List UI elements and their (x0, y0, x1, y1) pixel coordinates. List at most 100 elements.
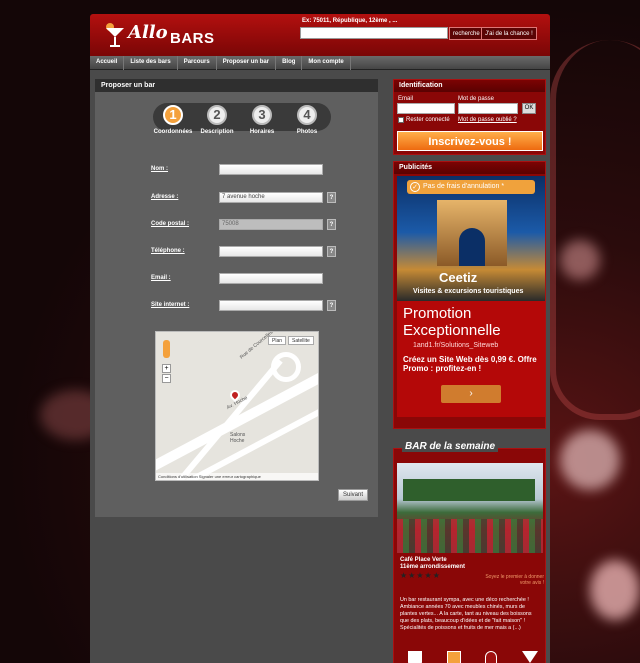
code-postal-label: Code postal : (151, 221, 190, 227)
star-icon: ★ (432, 571, 440, 580)
map-satellite-button[interactable]: Satellite (288, 336, 314, 345)
email-label: Email : (151, 275, 171, 281)
star-icon: ★ (408, 571, 416, 580)
step-1[interactable]: 1 (163, 105, 183, 125)
nom-field[interactable] (219, 164, 323, 175)
step-2[interactable]: 2 (207, 105, 227, 125)
login-ok-button[interactable]: OK (522, 103, 536, 114)
nav-item-proposer-un-bar[interactable]: Proposer un bar (217, 56, 277, 70)
bar-description: Un bar restaurant sympa, avec une déco r… (400, 597, 532, 631)
site-internet-label: Site internet : (151, 302, 190, 308)
drink-icons-row (408, 651, 538, 663)
promo-text: Créez un Site Web dès 0,99 €. Offre Prom… (403, 355, 537, 373)
nav-item-parcours[interactable]: Parcours (178, 56, 217, 70)
map-plan-button[interactable]: Plan (268, 336, 287, 345)
telephone-label: Téléphone : (151, 248, 185, 254)
map-zoom-in-icon[interactable]: + (162, 364, 171, 373)
login-box: Identification Email Mot de passe OK Res… (393, 79, 546, 155)
ads-title: Publicités (394, 162, 545, 174)
search-hint: Ex: 75011, République, 12ème , ... (302, 18, 398, 24)
signup-button[interactable]: Inscrivez-vous ! (397, 131, 543, 151)
step-4[interactable]: 4 (297, 105, 317, 125)
forgot-password-link[interactable]: Mot de passe oublié ? (458, 117, 517, 123)
wine-glass-decoration (550, 40, 640, 420)
adresse-field[interactable]: 7 avenue hoche (219, 192, 323, 203)
star-icon: ★ (400, 571, 408, 580)
adresse-help-icon[interactable]: ? (327, 192, 336, 203)
site-wrapper: Allo BARS Ex: 75011, République, 12ème ,… (90, 14, 550, 663)
wine-icon[interactable] (485, 651, 498, 663)
step-4-label: Photos (296, 129, 318, 135)
adresse-label: Adresse : (151, 194, 179, 200)
ads-box: Publicités Pas de frais d'annulation * ✓… (393, 161, 546, 429)
site-help-icon[interactable]: ? (327, 300, 336, 311)
promo-url[interactable]: 1and1.fr/Solutions_Siteweb (403, 342, 539, 349)
ceetiz-ad[interactable]: Pas de frais d'annulation * ✓ Ceetiz Vis… (397, 176, 545, 301)
remember-checkbox[interactable] (398, 117, 404, 123)
promo-arrow-button[interactable]: › (441, 385, 501, 403)
lucky-button[interactable]: J'ai de la chance ! (481, 27, 537, 40)
background-bokeh (560, 430, 620, 490)
nav-item-accueil[interactable]: Accueil (90, 56, 125, 70)
ad-brand: Ceetiz (439, 270, 478, 285)
email-field[interactable] (219, 273, 323, 284)
map-zoom-out-icon[interactable]: − (162, 374, 171, 383)
telephone-field[interactable] (219, 246, 323, 257)
promo-title: Promotion Exceptionnelle (403, 305, 501, 339)
step-2-label: Description (200, 129, 234, 135)
cocktail-icon[interactable] (521, 651, 538, 663)
review-prompt-link[interactable]: Soyez le premier à donner votre avis ! (482, 574, 544, 586)
rating-stars: ★★★★★ (400, 571, 441, 580)
nav-item-liste-des-bars[interactable]: Liste des bars (124, 56, 178, 70)
map-poi-label: Salons Hoche (230, 432, 246, 444)
telephone-help-icon[interactable]: ? (327, 246, 336, 257)
ad-badge: Pas de frais d'annulation * (407, 180, 535, 194)
remember-label: Rester connecté (406, 117, 450, 123)
arc-de-triomphe-image (437, 200, 507, 266)
check-icon: ✓ (410, 182, 420, 192)
search-input[interactable] (300, 27, 448, 39)
login-email-label: Email (398, 96, 414, 102)
map-footer: Conditions d'utilisation Signaler une er… (156, 473, 318, 480)
star-icon: ★ (416, 571, 424, 580)
bar-photo[interactable] (397, 463, 543, 553)
bar-name[interactable]: Café Place Verte (400, 557, 447, 563)
site-logo[interactable]: Allo BARS (104, 18, 224, 52)
ad-brand-tagline: Visites & excursions touristiques (413, 288, 524, 295)
search-button[interactable]: recherche (449, 27, 484, 40)
propose-bar-panel: Proposer un bar 1 2 3 4 Coordonnées Desc… (95, 79, 378, 517)
star-icon: ★ (424, 571, 432, 580)
next-button[interactable]: Suivant (338, 489, 369, 501)
nav-item-mon-compte[interactable]: Mon compte (302, 56, 351, 70)
step-3-label: Horaires (249, 129, 275, 135)
background-bokeh (590, 560, 640, 620)
login-title: Identification (394, 80, 545, 92)
logo-bars-text: BARS (170, 30, 215, 47)
beer-icon[interactable] (446, 651, 461, 663)
main-nav: Accueil Liste des bars Parcours Proposer… (90, 56, 550, 70)
bar-of-week-heading: BAR de la semaine (402, 441, 499, 452)
coffee-icon[interactable] (408, 651, 422, 663)
promo-ad[interactable]: Promotion Exceptionnelle 1and1.fr/Soluti… (397, 301, 545, 417)
location-map[interactable]: Plan Satellite + − Av. Hoche Rue de Cour… (155, 331, 319, 481)
logo-allo-text: Allo (128, 22, 168, 43)
login-password-label: Mot de passe (458, 96, 495, 102)
cocktail-icon (106, 23, 124, 47)
bar-of-week-box: BAR de la semaine Café Place Verte 11ème… (393, 441, 546, 663)
code-postal-field[interactable]: 75008 (219, 219, 323, 230)
site-internet-field[interactable] (219, 300, 323, 311)
login-email-input[interactable] (397, 103, 455, 114)
nom-label: Nom : (151, 166, 168, 172)
pegman-icon[interactable] (163, 340, 170, 358)
content-area: Proposer un bar 1 2 3 4 Coordonnées Desc… (90, 70, 550, 663)
login-password-input[interactable] (458, 103, 518, 114)
step-1-label: Coordonnées (153, 129, 193, 135)
bar-district: 11ème arrondissement (400, 564, 466, 570)
site-header: Allo BARS Ex: 75011, République, 12ème ,… (90, 14, 550, 56)
step-3[interactable]: 3 (252, 105, 272, 125)
map-street-label: Rue de Courcelles (238, 331, 275, 361)
code-postal-help-icon[interactable]: ? (327, 219, 336, 230)
panel-title: Proposer un bar (95, 79, 378, 92)
nav-item-blog[interactable]: Blog (276, 56, 303, 70)
map-road (271, 352, 301, 382)
